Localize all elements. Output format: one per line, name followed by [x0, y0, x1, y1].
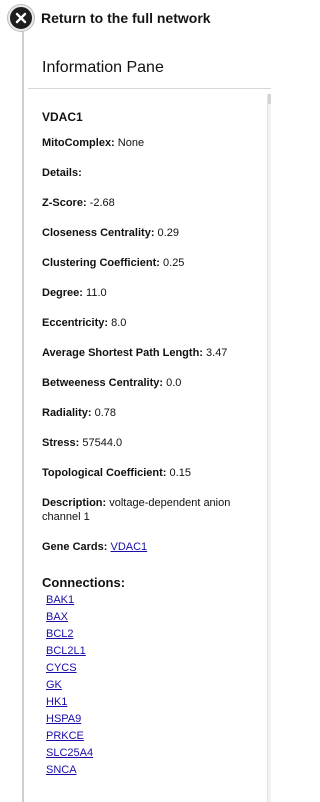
- field-radiality: Radiality: 0.78: [42, 406, 264, 420]
- list-item: BAX: [46, 609, 264, 626]
- field-label: Eccentricity:: [42, 317, 109, 329]
- gene-cards-link[interactable]: VDAC1: [110, 541, 147, 553]
- list-item: BCL2: [46, 626, 264, 643]
- field-z-score: Z-Score: -2.68: [42, 196, 264, 210]
- connections-heading: Connections:: [42, 575, 126, 590]
- pane-title: Information Pane: [42, 59, 164, 76]
- field-label: Degree:: [42, 287, 83, 299]
- field-degree: Degree: 11.0: [42, 286, 264, 300]
- field-value: 3.47: [206, 347, 228, 359]
- field-value: 8.0: [111, 317, 127, 329]
- field-mitocomplex: MitoComplex: None: [42, 136, 264, 150]
- field-label: Clustering Coefficient:: [42, 257, 160, 269]
- field-gene-cards: Gene Cards: VDAC1: [42, 540, 264, 554]
- connection-link-bak1[interactable]: BAK1: [46, 594, 74, 606]
- field-value: 0.78: [94, 407, 116, 419]
- field-value: -2.68: [89, 197, 115, 209]
- field-label: Description:: [42, 497, 107, 509]
- list-item: HK1: [46, 694, 264, 711]
- field-label: Closeness Centrality:: [42, 227, 155, 239]
- info-content: VDAC1 MitoComplex: None Details: Z-Score…: [42, 110, 264, 779]
- connection-link-bcl2[interactable]: BCL2: [46, 628, 74, 640]
- field-average-shortest-path-length: Average Shortest Path Length: 3.47: [42, 346, 264, 360]
- gene-name: VDAC1: [42, 110, 83, 124]
- field-details: Details:: [42, 166, 264, 180]
- field-label: Gene Cards:: [42, 541, 108, 553]
- field-label: Details:: [42, 167, 82, 179]
- connection-link-gk[interactable]: GK: [46, 679, 62, 691]
- field-label: MitoComplex:: [42, 137, 115, 149]
- field-stress: Stress: 57544.0: [42, 436, 264, 450]
- connection-link-bcl2l1[interactable]: BCL2L1: [46, 645, 86, 657]
- connection-link-snca[interactable]: SNCA: [46, 764, 77, 776]
- connection-link-bax[interactable]: BAX: [46, 611, 68, 623]
- field-label: Stress:: [42, 437, 80, 449]
- field-betweeness-centrality: Betweeness Centrality: 0.0: [42, 376, 264, 390]
- return-label[interactable]: Return to the full network: [41, 10, 211, 26]
- connection-link-slc25a4[interactable]: SLC25A4: [46, 747, 93, 759]
- list-item: BAK1: [46, 592, 264, 609]
- field-clustering-coefficient: Clustering Coefficient: 0.25: [42, 256, 264, 270]
- return-to-network-button[interactable]: Return to the full network: [8, 5, 211, 31]
- connections-list: BAK1 BAX BCL2 BCL2L1 CYCS GK HK1 HSPA9 P…: [42, 592, 264, 779]
- left-rail: [22, 28, 24, 802]
- field-value: 0.29: [157, 227, 179, 239]
- field-label: Topological Coefficient:: [42, 467, 167, 479]
- scrollbar[interactable]: [267, 94, 271, 802]
- field-label: Betweeness Centrality:: [42, 377, 164, 389]
- field-value: 57544.0: [82, 437, 123, 449]
- field-value: 11.0: [86, 287, 107, 299]
- title-divider: [28, 88, 271, 89]
- list-item: GK: [46, 677, 264, 694]
- connection-link-cycs[interactable]: CYCS: [46, 662, 77, 674]
- field-closeness-centrality: Closeness Centrality: 0.29: [42, 226, 264, 240]
- scrollbar-thumb[interactable]: [268, 94, 271, 104]
- field-eccentricity: Eccentricity: 8.0: [42, 316, 264, 330]
- field-topological-coefficient: Topological Coefficient: 0.15: [42, 466, 264, 480]
- list-item: SLC25A4: [46, 745, 264, 762]
- field-value: 0.15: [169, 467, 191, 479]
- list-item: HSPA9: [46, 711, 264, 728]
- connection-link-prkce[interactable]: PRKCE: [46, 730, 84, 742]
- close-icon[interactable]: [8, 5, 34, 31]
- field-value: None: [117, 137, 145, 149]
- field-label: Average Shortest Path Length:: [42, 347, 203, 359]
- list-item: SNCA: [46, 762, 264, 779]
- field-label: Radiality:: [42, 407, 92, 419]
- information-page: Return to the full network Information P…: [0, 0, 271, 802]
- list-item: BCL2L1: [46, 643, 264, 660]
- field-value: 0.0: [166, 377, 182, 389]
- connection-link-hk1[interactable]: HK1: [46, 696, 67, 708]
- field-description: Description: voltage-dependent anion cha…: [42, 496, 264, 524]
- list-item: PRKCE: [46, 728, 264, 745]
- field-label: Z-Score:: [42, 197, 87, 209]
- connection-link-hspa9[interactable]: HSPA9: [46, 713, 81, 725]
- field-value: 0.25: [163, 257, 185, 269]
- list-item: CYCS: [46, 660, 264, 677]
